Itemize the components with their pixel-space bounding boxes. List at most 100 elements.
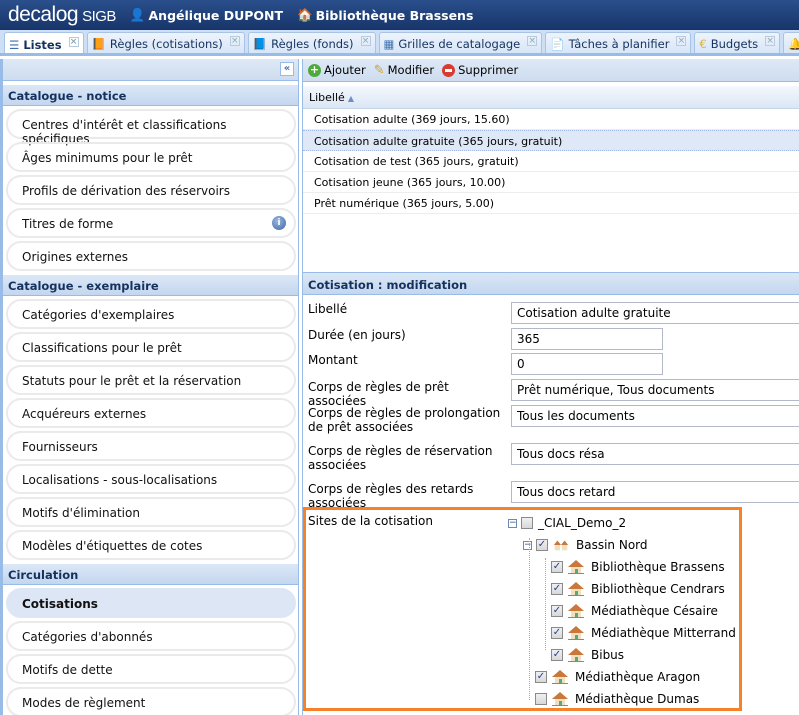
close-tab-icon[interactable]: × [527, 35, 538, 46]
close-tab-icon[interactable]: × [229, 35, 240, 46]
tab-label: Grilles de catalogage [398, 36, 521, 51]
sidebar-section-header: Catalogue - exemplaire [3, 275, 298, 296]
field-input[interactable]: Prêt numérique, Tous documents [511, 379, 799, 401]
current-user[interactable]: 👤 Angélique DUPONT [130, 7, 283, 23]
table-row[interactable]: Cotisation adulte (369 jours, 15.60) [303, 109, 799, 130]
sidebar-item-label: Motifs d'élimination [22, 506, 140, 520]
sidebar-item[interactable]: Localisations - sous-localisations [6, 464, 296, 494]
current-library[interactable]: 🏠 Bibliothèque Brassens [297, 7, 473, 23]
close-tab-icon[interactable]: × [765, 35, 776, 46]
sidebar-item[interactable]: Classifications pour le prêt [6, 332, 296, 362]
user-icon: 👤 [129, 7, 146, 22]
sidebar-item[interactable]: Motifs de dette [6, 654, 296, 684]
table-row[interactable]: Cotisation de test (365 jours, gratuit) [303, 151, 799, 172]
tree-node[interactable]: − _CIAL_Demo_2 [508, 514, 626, 532]
tree-node[interactable]: Médiathèque Dumas [535, 690, 699, 708]
sidebar-item[interactable]: Âges minimums pour le prêt [6, 142, 296, 172]
field-input[interactable]: Cotisation adulte gratuite [511, 302, 799, 324]
checkbox[interactable]: ✓ [551, 605, 563, 617]
tree-guide-line [529, 538, 530, 700]
close-tab-icon[interactable]: × [360, 35, 371, 46]
checkbox[interactable]: ✓ [536, 539, 548, 551]
tab-0[interactable]: ☰ Listes × [4, 32, 84, 53]
add-button[interactable]: + Ajouter [308, 63, 366, 77]
field-input[interactable]: Tous docs résa [511, 443, 799, 465]
grid-gear-icon: ▦ [383, 36, 395, 51]
checkbox[interactable] [521, 517, 533, 529]
logo: decalog SIGB [8, 3, 116, 26]
tree-node[interactable]: ✓ Bibliothèque Cendrars [551, 580, 725, 598]
field-label: Corps de règles de prolongation de prêt … [308, 406, 501, 434]
tab-label: Règles (fonds) [271, 36, 354, 51]
sidebar-item-label: Modèles d'étiquettes de cotes [22, 539, 203, 553]
sidebar-item[interactable]: Catégories d'abonnés [6, 621, 296, 651]
tab-4[interactable]: 📄 Tâches à planifier × [545, 32, 692, 53]
tree-node[interactable]: ✓ Bibliothèque Brassens [551, 558, 725, 576]
sidebar-item-label: Classifications pour le prêt [22, 341, 182, 355]
field-input[interactable]: Tous docs retard [511, 481, 799, 503]
euro-icon: € [699, 36, 707, 51]
checkbox[interactable]: ✓ [551, 561, 563, 573]
tree-node[interactable]: − ✓ Bassin Nord [523, 536, 648, 554]
sidebar-item[interactable]: Titres de forme i [6, 208, 296, 238]
tab-1[interactable]: 📙 Règles (cotisations) × [86, 32, 245, 53]
pencil-icon: ✎ [373, 62, 385, 78]
field-input[interactable]: 365 [511, 328, 663, 350]
info-icon[interactable]: i [272, 216, 286, 230]
rules-book-icon: 📙 [91, 36, 106, 51]
collapse-sidebar-icon[interactable]: « [280, 62, 294, 76]
house-icon [568, 582, 591, 596]
sidebar-item[interactable]: Profils de dérivation des réservoirs [6, 175, 296, 205]
tab-2[interactable]: 📘 Règles (fonds) × [247, 32, 376, 53]
sidebar-item[interactable]: Centres d'intérêt et classifications spé… [6, 109, 296, 146]
sidebar-item[interactable]: Fournisseurs [6, 431, 296, 461]
table-row[interactable]: Cotisation adulte gratuite (365 jours, g… [303, 130, 799, 151]
tree-node[interactable]: ✓ Bibus [551, 646, 624, 664]
house-icon [568, 648, 591, 662]
tree-node[interactable]: ✓ Médiathèque Aragon [535, 668, 700, 686]
sidebar-item-label: Profils de dérivation des réservoirs [22, 184, 230, 198]
tree-node[interactable]: ✓ Médiathèque Mitterrand [551, 624, 736, 642]
checkbox[interactable]: ✓ [551, 649, 563, 661]
table-row[interactable]: Cotisation jeune (365 jours, 10.00) [303, 172, 799, 193]
tree-node[interactable]: ✓ Médiathèque Césaire [551, 602, 718, 620]
sidebar-item[interactable]: Modèles d'étiquettes de cotes [6, 530, 296, 560]
edit-button[interactable]: ✎ Modifier [374, 63, 434, 78]
app-header: decalog SIGB 👤 Angélique DUPONT 🏠 Bibliothè… [0, 0, 799, 30]
sidebar-item[interactable]: Origines externes [6, 241, 296, 271]
sidebar-item[interactable]: Catégories d'exemplaires [6, 299, 296, 329]
collapse-node-icon[interactable]: − [508, 518, 517, 528]
house-icon [552, 692, 575, 706]
checkbox[interactable]: ✓ [551, 583, 563, 595]
collapse-node-icon[interactable]: − [523, 540, 532, 550]
column-header-libelle[interactable]: Libellé ▲ [303, 86, 799, 109]
sidebar-item[interactable]: Statuts pour le prêt et la réservation [6, 365, 296, 395]
sidebar-item-label: Localisations - sous-localisations [22, 473, 218, 487]
checkbox[interactable]: ✓ [535, 671, 547, 683]
checkbox[interactable]: ✓ [551, 627, 563, 639]
sidebar-item[interactable]: Acquéreurs externes [6, 398, 296, 428]
sidebar-item-label: Titres de forme [22, 217, 114, 231]
field-label: Montant [308, 353, 358, 367]
close-tab-icon[interactable]: × [68, 36, 79, 47]
sidebar-item[interactable]: Modes de règlement [6, 687, 296, 715]
tab-3[interactable]: ▦ Grilles de catalogage × [378, 32, 543, 53]
close-tab-icon[interactable]: × [676, 35, 687, 46]
delete-icon [442, 63, 456, 77]
sidebar-item[interactable]: Motifs d'élimination [6, 497, 296, 527]
table-row[interactable]: Prêt numérique (365 jours, 5.00) [303, 193, 799, 214]
sidebar-item-label: Motifs de dette [22, 663, 113, 677]
field-input[interactable]: 0 [511, 353, 663, 375]
tab-label: Budgets [710, 36, 759, 51]
tree-node-label: Médiathèque Dumas [575, 692, 700, 706]
tree-node-label: Médiathèque Aragon [575, 670, 701, 684]
tab-5[interactable]: € Budgets × [694, 32, 781, 53]
sidebar-section-header: Circulation [3, 564, 298, 585]
field-label: Durée (en jours) [308, 328, 406, 342]
tab-6[interactable]: 🔔Plans de relance× [783, 32, 799, 53]
sidebar-item[interactable]: Cotisations [6, 588, 296, 618]
checkbox[interactable] [535, 693, 547, 705]
delete-button[interactable]: Supprimer [442, 63, 518, 77]
field-input[interactable]: Tous les documents [511, 405, 799, 427]
sites-highlight-box: Sites de la cotisation − _CIAL_Demo_2− ✓ Ba… [303, 507, 742, 711]
